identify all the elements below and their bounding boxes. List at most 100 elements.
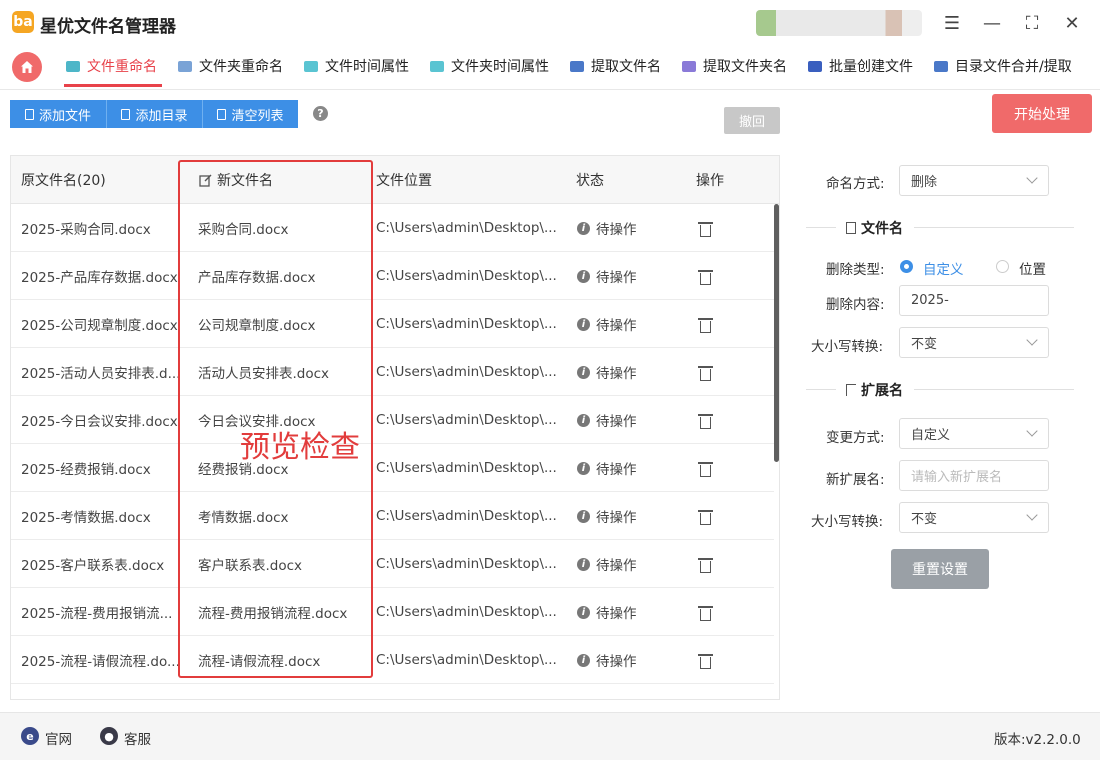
- status-cell: i 待操作: [577, 348, 677, 396]
- delete-content-input[interactable]: 2025-: [899, 285, 1049, 316]
- location-cell: C:\Users\admin\Desktop\...: [376, 460, 556, 476]
- delete-icon[interactable]: [698, 604, 713, 621]
- add-dir-button[interactable]: 添加目录: [107, 100, 203, 128]
- info-icon: i: [577, 413, 590, 427]
- clear-list-button[interactable]: 清空列表: [203, 100, 298, 128]
- delete-icon[interactable]: [698, 508, 713, 525]
- status-cell: i 待操作: [577, 636, 677, 684]
- close-icon[interactable]: ✕: [1059, 10, 1085, 36]
- radio-custom-label[interactable]: 自定义: [923, 258, 964, 278]
- location-cell: C:\Users\admin\Desktop\...: [376, 364, 556, 380]
- radio-position[interactable]: [996, 260, 1009, 273]
- app-logo: ba: [12, 11, 34, 33]
- case-convert-select[interactable]: 不变: [899, 327, 1049, 358]
- new-ext-label: 新扩展名:: [826, 472, 885, 488]
- table-row[interactable]: 2025-考情数据.docx 考情数据.docx C:\Users\admin\De…: [11, 492, 774, 540]
- tab-extract-filename[interactable]: 提取文件名: [570, 46, 661, 86]
- info-icon: i: [577, 605, 590, 619]
- delete-action-cell: [698, 540, 728, 588]
- help-icon[interactable]: ?: [313, 106, 328, 121]
- filename-section-title: 文件名: [846, 218, 903, 238]
- start-button[interactable]: 开始处理: [992, 94, 1092, 133]
- table-row[interactable]: 2025-公司规章制度.docx 公司规章制度.docx C:\Users\admi…: [11, 300, 774, 348]
- chevron-down-icon: [1026, 334, 1038, 346]
- support-link[interactable]: 客服: [124, 728, 151, 748]
- tab-folder-rename[interactable]: 文件夹重命名: [178, 46, 283, 86]
- delete-action-cell: [698, 252, 728, 300]
- active-tab-indicator: [64, 84, 162, 87]
- location-cell: C:\Users\admin\Desktop\...: [376, 268, 556, 284]
- folder-icon: [121, 108, 131, 120]
- chevron-down-icon: [1026, 509, 1038, 521]
- new-ext-input[interactable]: 请输入新扩展名: [899, 460, 1049, 491]
- delete-action-cell: [698, 492, 728, 540]
- change-method-select[interactable]: 自定义: [899, 418, 1049, 449]
- minimize-icon[interactable]: —: [979, 10, 1005, 36]
- home-button[interactable]: [12, 52, 42, 82]
- user-avatar-blurred[interactable]: [756, 10, 922, 36]
- naming-method-label: 命名方式:: [826, 176, 885, 192]
- table-header: 原文件名(20) 新文件名 文件位置 状态 操作: [11, 156, 779, 204]
- table-scrollbar[interactable]: [774, 204, 779, 462]
- preview-highlight-box: [178, 160, 373, 678]
- tab-file-rename[interactable]: 文件重命名: [66, 46, 157, 86]
- header-location[interactable]: 文件位置: [376, 156, 432, 204]
- radio-custom[interactable]: [900, 260, 913, 273]
- delete-icon[interactable]: [698, 220, 713, 237]
- status-cell: i 待操作: [577, 444, 677, 492]
- batch-create-icon: [808, 60, 822, 72]
- info-icon: i: [577, 653, 590, 667]
- delete-icon[interactable]: [698, 460, 713, 477]
- add-file-button[interactable]: 添加文件: [10, 100, 107, 128]
- maximize-icon[interactable]: ⛶: [1019, 10, 1045, 36]
- footer: [0, 712, 1100, 760]
- status-cell: i 待操作: [577, 396, 677, 444]
- delete-icon[interactable]: [698, 268, 713, 285]
- status-cell: i 待操作: [577, 540, 677, 588]
- delete-icon[interactable]: [698, 316, 713, 333]
- table-row[interactable]: 2025-经费报销.docx 经费报销.docx C:\Users\admin\De…: [11, 444, 774, 492]
- delete-icon[interactable]: [698, 364, 713, 381]
- file-time-icon: [304, 60, 318, 72]
- ext-case-convert-select[interactable]: 不变: [899, 502, 1049, 533]
- website-icon[interactable]: e: [21, 727, 39, 745]
- tab-file-time[interactable]: 文件时间属性: [304, 46, 409, 86]
- table-row[interactable]: 2025-今日会议安排.docx 今日会议安排.docx C:\Users\admi…: [11, 396, 774, 444]
- table-row[interactable]: 2025-产品库存数据.docx 产品库存数据.docx C:\Users\admi…: [11, 252, 774, 300]
- delete-icon[interactable]: [698, 412, 713, 429]
- tab-folder-time[interactable]: 文件夹时间属性: [430, 46, 549, 86]
- file-icon: [846, 222, 856, 234]
- delete-content-label: 删除内容:: [826, 297, 885, 313]
- delete-action-cell: [698, 204, 728, 252]
- tab-batch-create[interactable]: 批量创建文件: [808, 46, 913, 86]
- tab-dir-merge[interactable]: 目录文件合并/提取: [934, 46, 1072, 86]
- original-name-cell: 2025-产品库存数据.docx: [21, 270, 178, 286]
- header-action[interactable]: 操作: [696, 156, 724, 204]
- status-cell: i 待操作: [577, 300, 677, 348]
- info-icon: i: [577, 461, 590, 475]
- table-row[interactable]: 2025-活动人员安排表.d... 活动人员安排表.docx C:\Users\ad…: [11, 348, 774, 396]
- status-cell: i 待操作: [577, 492, 677, 540]
- divider: [914, 227, 1074, 228]
- table-row[interactable]: 2025-流程-费用报销流... 流程-费用报销流程.docx C:\Users\a…: [11, 588, 774, 636]
- delete-action-cell: [698, 300, 728, 348]
- table-row[interactable]: 2025-采购合同.docx 采购合同.docx C:\Users\admin\De…: [11, 204, 774, 252]
- delete-action-cell: [698, 636, 728, 684]
- delete-action-cell: [698, 444, 728, 492]
- info-icon: i: [577, 269, 590, 283]
- delete-icon[interactable]: [698, 556, 713, 573]
- naming-method-select[interactable]: 删除: [899, 165, 1049, 196]
- undo-button[interactable]: 撤回: [724, 107, 780, 134]
- header-status[interactable]: 状态: [576, 156, 604, 204]
- delete-icon[interactable]: [698, 652, 713, 669]
- tab-extract-foldername[interactable]: 提取文件夹名: [682, 46, 787, 86]
- radio-position-label[interactable]: 位置: [1019, 258, 1046, 278]
- table-row[interactable]: 2025-客户联系表.docx 客户联系表.docx C:\Users\admin\…: [11, 540, 774, 588]
- settings-icon[interactable]: ☰: [939, 10, 965, 36]
- table-row[interactable]: 2025-流程-请假流程.do... 流程-请假流程.docx C:\Users\a…: [11, 636, 774, 684]
- header-original-name[interactable]: 原文件名(20): [21, 156, 106, 204]
- website-link[interactable]: 官网: [45, 728, 72, 748]
- reset-button[interactable]: 重置设置: [891, 549, 989, 589]
- chat-icon[interactable]: ●: [100, 727, 118, 745]
- location-cell: C:\Users\admin\Desktop\...: [376, 652, 556, 668]
